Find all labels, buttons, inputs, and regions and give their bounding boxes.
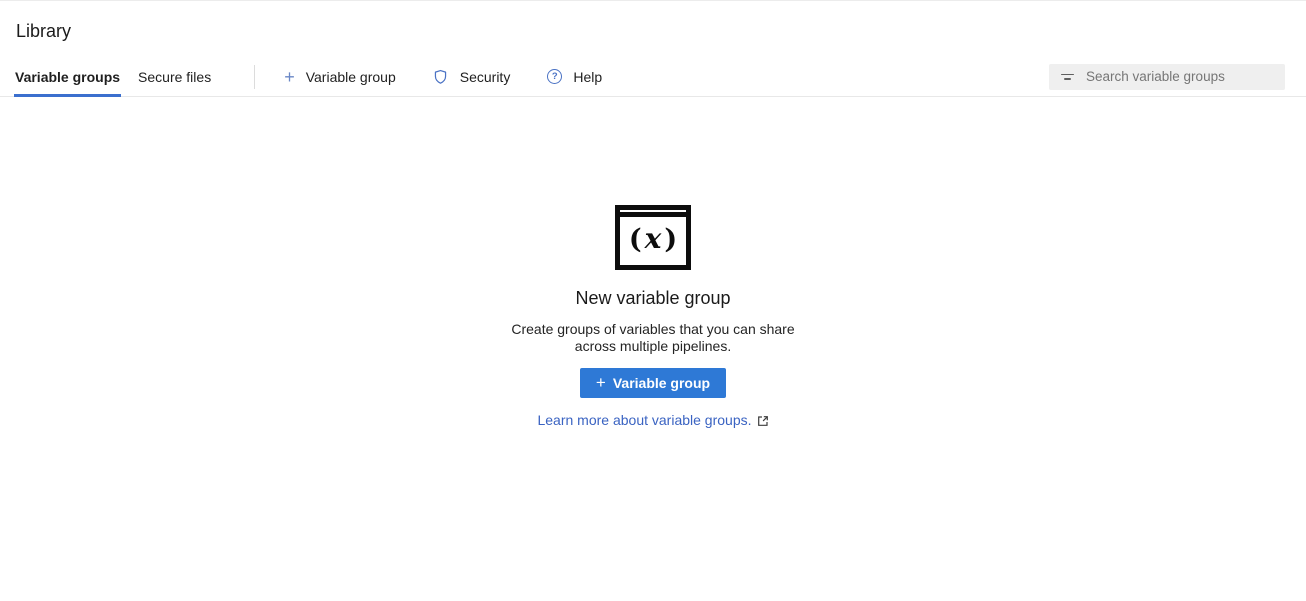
page-header: Library — [0, 1, 1306, 42]
learn-more-link[interactable]: Learn more about variable groups. — [537, 412, 751, 428]
toolbar-separator — [254, 65, 255, 89]
variable-group-button[interactable]: + Variable group — [580, 368, 726, 398]
empty-state: (x) New variable group Create groups of … — [0, 97, 1306, 428]
security-command-label: Security — [460, 69, 511, 85]
page-title: Library — [16, 20, 1290, 42]
learn-more-row: Learn more about variable groups. — [537, 412, 768, 428]
tab-variable-groups-label: Variable groups — [15, 69, 120, 85]
shield-icon — [433, 69, 449, 85]
plus-icon: + — [596, 374, 606, 391]
variable-group-icon-glyph: (x) — [620, 217, 686, 265]
new-variable-group-command[interactable]: + Variable group — [284, 68, 396, 86]
library-page: Library Variable groups Secure files + V… — [0, 0, 1306, 601]
help-command[interactable]: ? Help — [547, 69, 602, 85]
new-variable-group-command-label: Variable group — [306, 69, 396, 85]
filter-icon — [1060, 74, 1074, 80]
tab-command-bar: Variable groups Secure files + Variable … — [0, 57, 1306, 97]
tab-secure-files[interactable]: Secure files — [138, 57, 211, 96]
external-link-icon — [757, 415, 769, 427]
empty-state-title: New variable group — [575, 288, 730, 309]
variable-group-icon: (x) — [615, 205, 691, 270]
command-group: + Variable group Security ? Help — [284, 68, 602, 86]
help-icon: ? — [547, 69, 562, 84]
tab-variable-groups[interactable]: Variable groups — [15, 57, 120, 96]
empty-state-description: Create groups of variables that you can … — [511, 321, 794, 355]
search-input[interactable] — [1086, 69, 1277, 84]
variable-group-button-label: Variable group — [613, 375, 710, 391]
empty-state-description-line1: Create groups of variables that you can … — [511, 321, 794, 338]
security-command[interactable]: Security — [433, 69, 511, 85]
tab-secure-files-label: Secure files — [138, 69, 211, 85]
plus-icon: + — [284, 68, 295, 86]
empty-state-description-line2: across multiple pipelines. — [511, 338, 794, 355]
help-command-label: Help — [573, 69, 602, 85]
variable-group-icon-titlebar — [620, 210, 686, 217]
tab-list: Variable groups Secure files — [15, 57, 229, 96]
search-box[interactable] — [1049, 64, 1285, 90]
